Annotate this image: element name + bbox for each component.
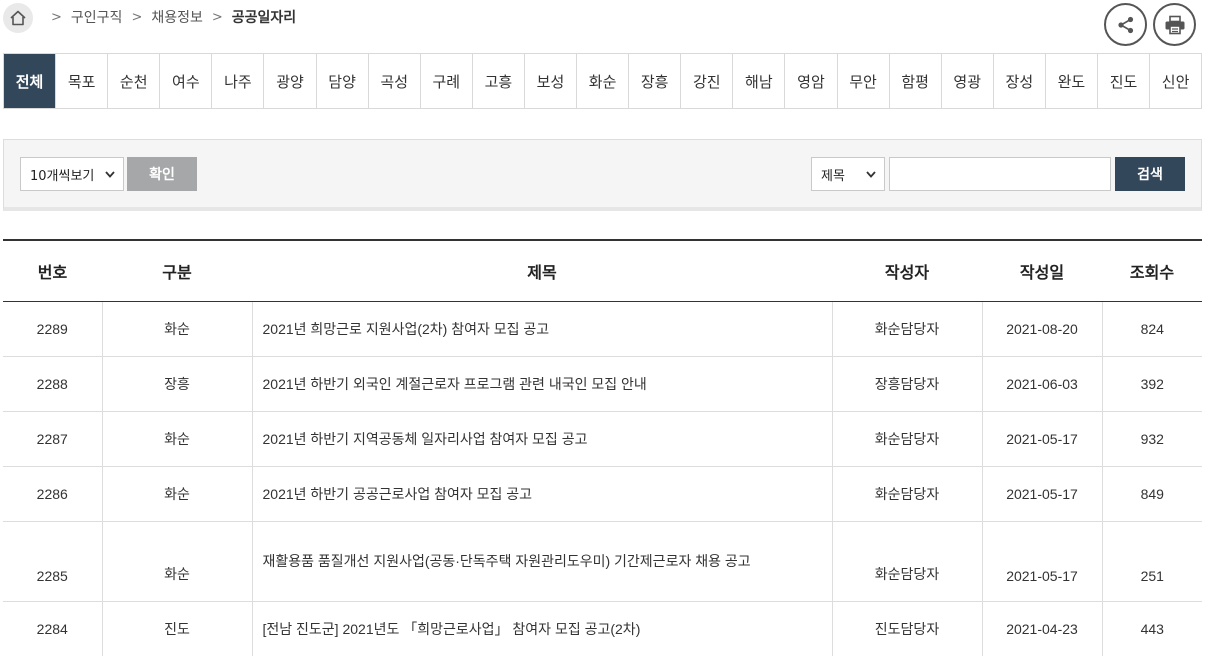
cell-date: 2021-06-03 [981, 356, 1102, 412]
tab-region[interactable]: 고흥 [472, 54, 525, 108]
cell-number: 2286 [3, 466, 102, 522]
cell-number: 2288 [3, 356, 102, 412]
breadcrumb-current: 공공일자리 [231, 10, 297, 26]
search-field-value: 제목 [821, 168, 845, 184]
cell-title[interactable]: 2021년 하반기 외국인 계절근로자 프로그램 관련 내국인 모집 안내 [251, 356, 832, 412]
tab-region[interactable]: 무안 [837, 54, 890, 108]
cell-title[interactable]: 2021년 하반기 공공근로사업 참여자 모집 공고 [251, 466, 832, 522]
tab-region[interactable]: 순천 [108, 54, 161, 108]
tab-region[interactable]: 구례 [420, 54, 473, 108]
cell-views: 932 [1101, 411, 1202, 467]
table-row[interactable]: 2288 장흥 2021년 하반기 외국인 계절근로자 프로그램 관련 내국인 모집… [3, 356, 1202, 412]
tab-region[interactable]: 전체 [4, 54, 57, 108]
column-header-number: 번호 [3, 239, 102, 302]
cell-category: 장흥 [101, 356, 252, 412]
printer-icon [1165, 15, 1184, 34]
table-row[interactable]: 2285 화순 재활용품 품질개선 지원사업(공동·단독주택 자원관리도우미) 기간… [3, 521, 1202, 602]
cell-category: 화순 [101, 301, 252, 357]
tab-region[interactable]: 여수 [160, 54, 213, 108]
cell-author: 화순담당자 [831, 521, 982, 602]
table-row[interactable]: 2287 화순 2021년 하반기 지역공동체 일자리사업 참여자 모집 공고 화순담… [3, 411, 1202, 467]
tab-region[interactable]: 장흥 [629, 54, 682, 108]
tab-region[interactable]: 장성 [993, 54, 1046, 108]
column-header-author: 작성자 [832, 239, 982, 302]
cell-category: 화순 [101, 466, 252, 522]
confirm-button[interactable]: 확인 [127, 157, 197, 191]
tab-region[interactable]: 완도 [1045, 54, 1098, 108]
cell-date: 2021-05-17 [981, 521, 1102, 602]
cell-number: 2284 [3, 601, 102, 656]
home-icon [10, 10, 26, 26]
chevron-right-icon: > [51, 9, 62, 25]
cell-category: 화순 [101, 411, 252, 467]
cell-author: 진도담당자 [831, 601, 982, 656]
column-header-title: 제목 [252, 239, 832, 302]
home-button[interactable] [3, 3, 33, 33]
tab-region[interactable]: 진도 [1097, 54, 1151, 108]
cell-author: 화순담당자 [831, 301, 982, 357]
cell-date: 2021-08-20 [981, 301, 1102, 357]
tab-region[interactable]: 담양 [316, 54, 369, 108]
cell-number: 2287 [3, 411, 102, 467]
chevron-down-icon [105, 171, 115, 178]
job-posting-table: 번호 구분 제목 작성자 작성일 조회수 2289 화순 2021년 희망근로 지원… [3, 239, 1202, 656]
cell-category: 진도 [101, 601, 252, 656]
cell-title[interactable]: [전남 진도군] 2021년도 「희망근로사업」 참여자 모집 공고(2차) [251, 601, 832, 656]
tab-region[interactable]: 광양 [264, 54, 317, 108]
chevron-down-icon [866, 171, 876, 178]
tab-region[interactable]: 함평 [889, 54, 942, 108]
column-header-views: 조회수 [1102, 239, 1202, 302]
column-header-date: 작성일 [982, 239, 1102, 302]
cell-views: 392 [1101, 356, 1202, 412]
breadcrumb-item-jobs[interactable]: 구인구직 [71, 7, 123, 27]
per-page-select[interactable]: 10개씩보기 [20, 157, 124, 191]
share-icon [1117, 16, 1133, 33]
tab-region[interactable]: 보성 [524, 54, 578, 108]
table-header-row: 번호 구분 제목 작성자 작성일 조회수 [3, 239, 1202, 302]
cell-date: 2021-05-17 [981, 466, 1102, 522]
cell-number: 2285 [3, 521, 102, 602]
tab-region[interactable]: 나주 [212, 54, 265, 108]
search-field-select[interactable]: 제목 [811, 157, 885, 191]
cell-category: 화순 [101, 521, 252, 602]
breadcrumb-item-recruit[interactable]: 채용정보 [151, 7, 203, 27]
table-row[interactable]: 2284 진도 [전남 진도군] 2021년도 「희망근로사업」 참여자 모집 공고… [3, 601, 1202, 656]
tab-region[interactable]: 목포 [56, 54, 109, 108]
cell-number: 2289 [3, 301, 102, 357]
cell-title[interactable]: 재활용품 품질개선 지원사업(공동·단독주택 자원관리도우미) 기간제근로자 채… [251, 521, 832, 602]
cell-date: 2021-04-23 [981, 601, 1102, 656]
cell-views: 824 [1101, 301, 1202, 357]
cell-author: 화순담당자 [831, 411, 982, 467]
cell-author: 장흥담당자 [831, 356, 982, 412]
tab-region[interactable]: 영광 [941, 54, 994, 108]
cell-date: 2021-05-17 [981, 411, 1102, 467]
breadcrumb: > 구인구직 > 채용정보 > 공공일자리 [42, 7, 296, 27]
cell-title[interactable]: 2021년 하반기 지역공동체 일자리사업 참여자 모집 공고 [251, 411, 832, 467]
print-button[interactable] [1153, 3, 1196, 46]
search-input[interactable] [889, 157, 1111, 191]
column-header-category: 구분 [102, 239, 252, 302]
tab-region[interactable]: 곡성 [368, 54, 421, 108]
region-tabs: 전체 목포 순천 여수 나주 광양 담양 곡성 구례 고흥 보성 화순 장흥 강진 해남 영암 무안 함평 영광 장성… [3, 53, 1203, 109]
per-page-value: 10개씩보기 [30, 168, 95, 184]
cell-title[interactable]: 2021년 희망근로 지원사업(2차) 참여자 모집 공고 [251, 301, 832, 357]
search-button[interactable]: 검색 [1115, 157, 1185, 191]
table-row[interactable]: 2289 화순 2021년 희망근로 지원사업(2차) 참여자 모집 공고 화순담당자… [3, 301, 1202, 357]
tab-region[interactable]: 화순 [577, 54, 630, 108]
cell-views: 849 [1101, 466, 1202, 522]
cell-views: 443 [1101, 601, 1202, 656]
cell-views: 251 [1101, 521, 1202, 602]
tab-region[interactable]: 신안 [1150, 54, 1203, 108]
top-bar: > 구인구직 > 채용정보 > 공공일자리 [0, 0, 1206, 50]
share-button[interactable] [1104, 3, 1147, 46]
tab-region[interactable]: 강진 [681, 54, 734, 108]
table-row[interactable]: 2286 화순 2021년 하반기 공공근로사업 참여자 모집 공고 화순담당자 202… [3, 466, 1202, 522]
cell-author: 화순담당자 [831, 466, 982, 522]
chevron-right-icon: > [131, 9, 143, 25]
chevron-right-icon: > [211, 9, 223, 25]
tab-region[interactable]: 영암 [785, 54, 838, 108]
search-panel: 10개씩보기 확인 제목 검색 [3, 139, 1202, 211]
tab-region[interactable]: 해남 [733, 54, 786, 108]
